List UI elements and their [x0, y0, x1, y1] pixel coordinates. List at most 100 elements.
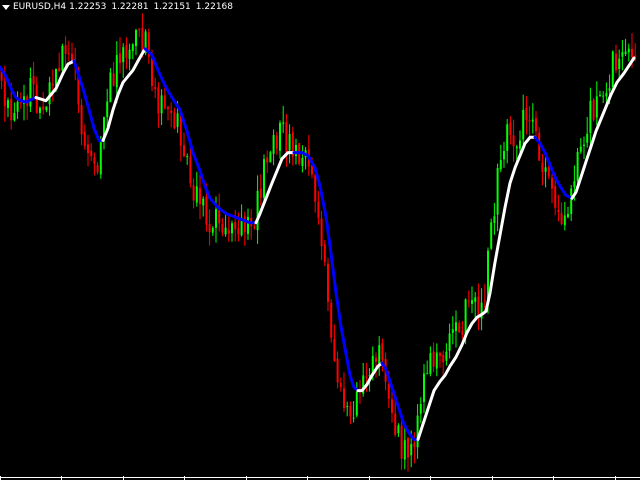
candle-body — [451, 329, 454, 333]
candlestick — [599, 90, 601, 97]
candle-body — [397, 425, 400, 434]
candlestick — [528, 106, 531, 137]
candlestick — [211, 226, 214, 236]
candlestick — [579, 138, 582, 154]
candle-body — [448, 333, 451, 351]
candlestick — [186, 153, 189, 165]
candlestick — [560, 202, 563, 226]
candle-body — [186, 156, 189, 158]
candlestick — [570, 185, 573, 222]
candlestick — [624, 38, 627, 57]
candlestick — [506, 119, 509, 164]
candlestick — [589, 87, 592, 145]
candlestick — [224, 214, 227, 237]
candlestick — [474, 291, 477, 318]
candlestick — [227, 216, 230, 242]
candles — [0, 13, 637, 472]
open-value: 1.22253 — [69, 2, 107, 12]
candlestick — [90, 143, 93, 162]
candlestick — [346, 401, 349, 417]
candlestick — [426, 360, 429, 375]
price-chart[interactable] — [0, 0, 640, 480]
candlestick — [87, 134, 89, 167]
candlestick — [272, 129, 275, 166]
candle-body — [627, 48, 630, 53]
candle-body — [160, 95, 163, 114]
candlestick — [243, 211, 246, 246]
candlestick — [419, 397, 422, 424]
candle-body — [227, 229, 230, 234]
trend-segment-falling — [380, 361, 420, 441]
candle-body — [394, 413, 397, 435]
candle-body — [218, 209, 221, 224]
candlestick — [7, 97, 9, 118]
candle-body — [128, 49, 131, 60]
candlestick — [586, 116, 589, 148]
candle-body — [90, 150, 93, 157]
candle-body — [231, 223, 233, 234]
candlestick — [112, 61, 115, 87]
candlestick — [93, 152, 96, 176]
candle-body — [378, 345, 381, 365]
candlestick — [499, 144, 502, 173]
candlestick — [602, 91, 605, 103]
candle-body — [387, 383, 390, 399]
candlestick — [45, 106, 48, 113]
candlestick — [167, 105, 169, 121]
candlestick — [477, 283, 480, 331]
candle-body — [442, 354, 445, 363]
candlestick — [627, 43, 630, 62]
candle-body — [455, 322, 457, 332]
candle-body — [208, 224, 211, 233]
candle-body — [93, 156, 96, 164]
candle-body — [333, 338, 336, 361]
candle-body — [512, 135, 515, 147]
candlestick — [493, 203, 496, 235]
candlestick — [96, 161, 99, 175]
low-value: 1.22151 — [153, 2, 191, 12]
candle-body — [45, 106, 48, 111]
candlestick — [397, 423, 400, 437]
candle-body — [64, 45, 67, 54]
candle-body — [352, 417, 355, 419]
candle-body — [346, 406, 349, 408]
candlestick — [458, 320, 461, 334]
candle-body — [7, 100, 9, 108]
candle-body — [458, 322, 461, 333]
candle-body — [282, 122, 285, 124]
trend-segment-rising — [61, 59, 76, 75]
candle-body — [256, 190, 259, 231]
candlestick — [138, 27, 141, 38]
candlestick — [13, 102, 16, 122]
candle-body — [560, 213, 563, 225]
candle-body — [67, 53, 70, 55]
candle-body — [87, 144, 89, 153]
candle-body — [605, 92, 608, 97]
candlestick — [16, 91, 19, 120]
candle-body — [467, 300, 470, 302]
candle-body — [295, 144, 297, 157]
candlestick — [461, 320, 464, 340]
candlestick — [298, 142, 301, 166]
candlestick — [615, 44, 617, 73]
candlestick — [119, 37, 121, 74]
chart-header: EURUSD,H4 1.22253 1.22281 1.22151 1.2216… — [2, 1, 233, 13]
candle-body — [355, 391, 358, 416]
candlestick — [163, 86, 166, 110]
candlestick — [343, 372, 345, 413]
candle-body — [259, 188, 262, 198]
candle-body — [115, 54, 118, 88]
candle-body — [3, 81, 6, 107]
candlestick — [403, 423, 406, 470]
candle-body — [32, 76, 35, 85]
candlestick — [83, 124, 86, 150]
candle-body — [483, 300, 486, 302]
chart-window[interactable]: EURUSD,H4 1.22253 1.22281 1.22151 1.2216… — [0, 0, 640, 480]
candle-body — [583, 144, 585, 146]
candlestick — [263, 154, 265, 202]
candlestick — [67, 40, 70, 62]
dropdown-arrow-icon[interactable] — [2, 5, 10, 10]
candle-body — [432, 351, 435, 367]
candle-body — [493, 216, 496, 224]
candle-body — [515, 146, 518, 149]
